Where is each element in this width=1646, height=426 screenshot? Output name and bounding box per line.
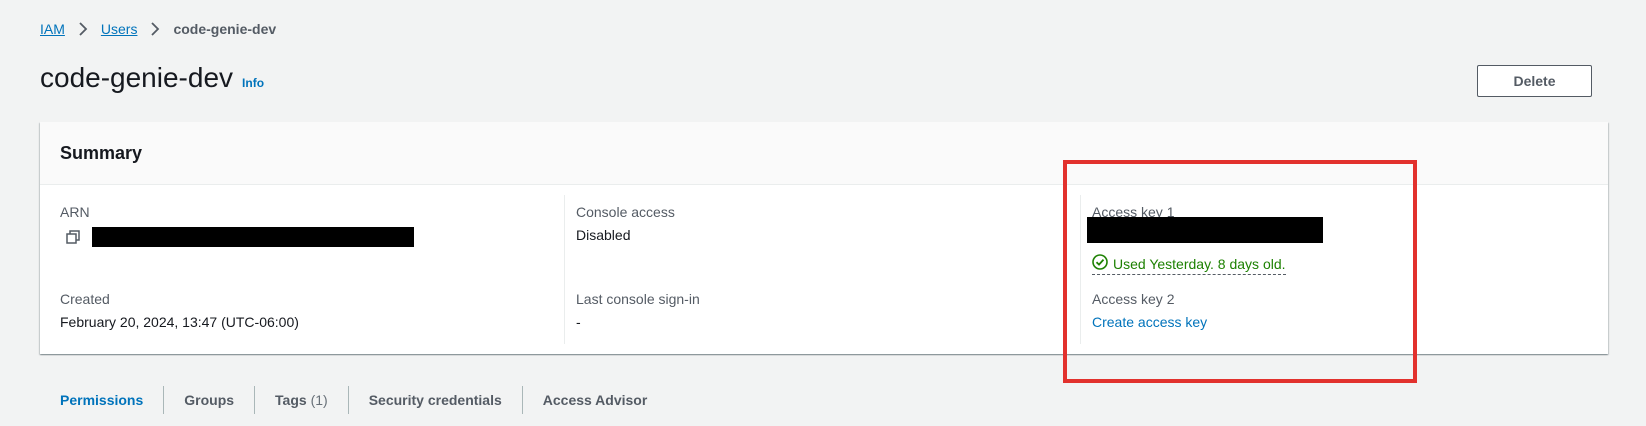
page-title: code-genie-dev Info [40,62,264,94]
tab-access-advisor-label: Access Advisor [542,392,648,408]
arn-label: ARN [60,204,90,220]
arn-value [60,227,414,247]
console-access-label: Console access [576,204,675,220]
last-console-signin-field: Last console sign-in - [576,290,700,332]
tab-permissions[interactable]: Permissions [40,386,165,414]
tab-tags-label: Tags [275,392,307,408]
copy-icon[interactable] [66,230,80,244]
chevron-right-icon [150,22,160,36]
chevron-right-icon [78,22,88,36]
page-title-text: code-genie-dev [40,62,234,93]
tab-groups[interactable]: Groups [164,386,256,414]
last-console-signin-value: - [576,314,581,330]
tab-access-advisor[interactable]: Access Advisor [523,386,668,414]
console-access-field: Console access Disabled [576,203,675,245]
summary-title: Summary [60,142,143,163]
info-link[interactable]: Info [242,76,264,90]
tab-security-credentials-label: Security credentials [368,392,502,408]
last-console-signin-label: Last console sign-in [576,291,700,307]
tab-groups-label: Groups [184,392,235,408]
breadcrumb-link-iam[interactable]: IAM [40,21,65,37]
tab-permissions-label: Permissions [60,392,144,408]
created-label: Created [60,291,110,307]
created-field: Created February 20, 2024, 13:47 (UTC-06… [60,290,299,332]
tab-bar: Permissions Groups Tags (1) Security cre… [40,386,667,414]
breadcrumb-link-users[interactable]: Users [101,21,138,37]
created-value: February 20, 2024, 13:47 (UTC-06:00) [60,314,299,330]
arn-field: ARN [60,203,414,247]
breadcrumb: IAM Users code-genie-dev [40,21,276,37]
delete-button[interactable]: Delete [1477,65,1592,97]
breadcrumb-current: code-genie-dev [173,21,277,37]
redacted-arn [92,227,414,247]
column-divider [564,195,565,344]
tab-tags[interactable]: Tags (1) [255,386,349,414]
console-access-value: Disabled [576,227,631,243]
tab-tags-count: (1) [310,392,328,408]
highlight-annotation [1063,160,1417,383]
tab-security-credentials[interactable]: Security credentials [349,386,523,414]
